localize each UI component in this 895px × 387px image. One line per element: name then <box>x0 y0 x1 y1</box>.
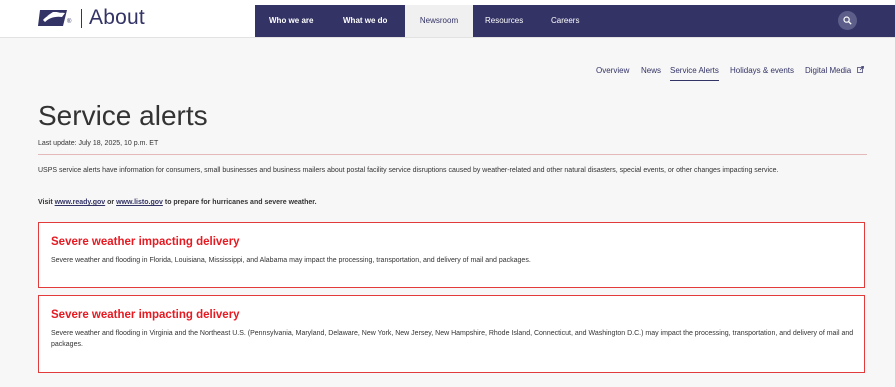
usps-eagle-logo[interactable] <box>38 8 68 28</box>
alert-body: Severe weather and flooding in Florida, … <box>51 257 531 264</box>
subnav-holidays-events[interactable]: Holidays & events <box>730 66 794 80</box>
visit-line: Visit www.ready.gov or www.listo.gov to … <box>38 199 317 206</box>
external-link-icon <box>857 66 864 73</box>
last-update: Last update: July 18, 2025, 10 p.m. ET <box>38 140 159 147</box>
alert-title: Severe weather impacting delivery <box>51 236 240 248</box>
nav-item-careers[interactable]: Careers <box>551 5 579 37</box>
brand-divider <box>81 9 82 28</box>
nav-item-who-we-are[interactable]: Who we are <box>269 5 313 37</box>
alert-body: Severe weather and flooding in Virginia … <box>51 330 854 348</box>
nav-item-resources[interactable]: Resources <box>485 5 523 37</box>
visit-or: or <box>107 199 115 206</box>
nav-item-newsroom[interactable]: Newsroom <box>405 5 473 37</box>
alert-title: Severe weather impacting delivery <box>51 309 240 321</box>
main-nav: Who we are What we do Newsroom Resources… <box>255 5 895 37</box>
alert-card: Severe weather impacting delivery Severe… <box>38 295 865 373</box>
intro-text: USPS service alerts have information for… <box>38 167 779 174</box>
nav-item-what-we-do[interactable]: What we do <box>343 5 387 37</box>
listo-gov-link[interactable]: www.listo.gov <box>116 199 163 206</box>
site-header: ® About Who we are What we do Newsroom R… <box>0 0 895 38</box>
page-title: Service alerts <box>38 100 208 131</box>
title-divider <box>38 154 867 155</box>
subnav-digital-media[interactable]: Digital Media <box>805 66 851 80</box>
ready-gov-link[interactable]: www.ready.gov <box>55 199 106 206</box>
registered-mark: ® <box>67 19 72 25</box>
alert-card: Severe weather impacting delivery Severe… <box>38 222 865 288</box>
subnav-service-alerts[interactable]: Service Alerts <box>670 66 719 81</box>
search-button[interactable] <box>838 11 857 30</box>
visit-prefix: Visit <box>38 199 53 206</box>
brand-title[interactable]: About <box>89 6 145 30</box>
visit-suffix: to prepare for hurricanes and severe wea… <box>164 199 317 206</box>
subnav-news[interactable]: News <box>641 66 661 80</box>
subnav-overview[interactable]: Overview <box>596 66 629 80</box>
search-icon <box>843 16 852 25</box>
